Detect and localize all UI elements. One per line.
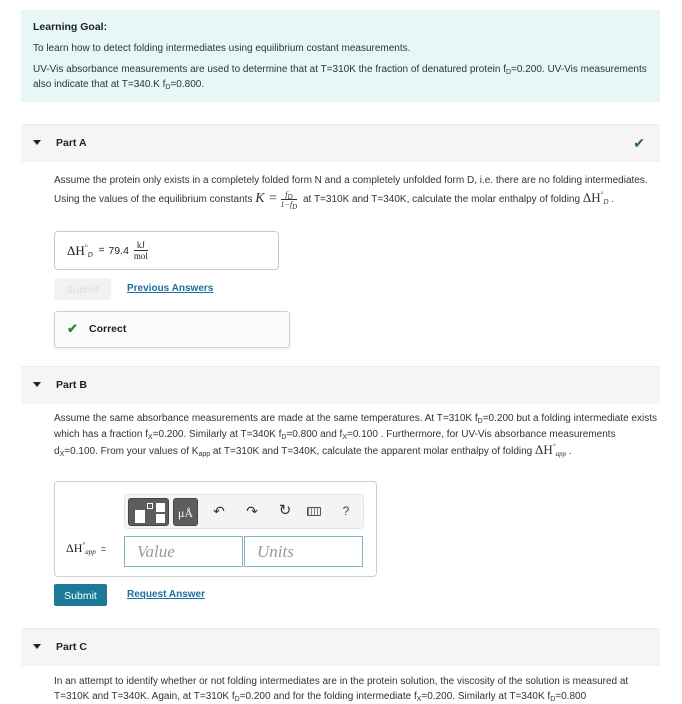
answer-unit: kJ mol [133, 240, 148, 261]
part-b-submit-button[interactable]: Submit [54, 584, 107, 606]
equilibrium-constant-formula: K = [255, 191, 278, 206]
answer-lhs: ΔH°D [67, 242, 93, 259]
previous-answers-link[interactable]: Previous Answers [127, 283, 213, 294]
answer-value: 79.4 [108, 244, 129, 257]
learning-goal-intro: To learn how to detect folding intermedi… [33, 43, 411, 54]
answer-lhs-app: ΔH°app = [66, 541, 106, 556]
fraction-fd: fD 1−fD [280, 189, 298, 211]
value-input[interactable] [124, 536, 243, 567]
collapse-triangle-icon[interactable] [33, 140, 41, 145]
part-b-question: Assume the same absorbance measurements … [54, 413, 657, 458]
help-icon[interactable]: ? [337, 502, 355, 520]
learning-goal-measurements: UV-Vis absorbance measurements are used … [33, 64, 647, 91]
reset-icon[interactable]: ↻ [276, 502, 294, 520]
undo-icon[interactable]: ↶ [210, 502, 228, 520]
part-a-header[interactable]: Part A ✔ [21, 124, 660, 162]
delta-h-d-symbol: ΔH°D [582, 190, 609, 206]
correct-feedback: ✔ Correct [54, 311, 290, 348]
redo-icon[interactable]: ↷ [243, 502, 261, 520]
units-input[interactable] [244, 536, 363, 567]
learning-goal-panel: Learning Goal: To learn how to detect fo… [21, 10, 660, 102]
checkmark-icon: ✔ [633, 135, 645, 151]
part-a-answer-display: ΔH°D = 79.4 kJ mol [54, 231, 279, 270]
delta-h-app-symbol: ΔH°app [535, 442, 567, 458]
correct-check-icon: ✔ [67, 321, 78, 336]
part-a-question: Assume the protein only exists in a comp… [54, 175, 648, 211]
units-button[interactable]: μÅ [173, 498, 198, 526]
templates-button[interactable] [128, 498, 169, 526]
learning-goal-title: Learning Goal: [33, 21, 108, 33]
part-a-submit-button[interactable]: Submit [54, 278, 111, 300]
part-c-header[interactable]: Part C [21, 628, 660, 666]
collapse-triangle-icon[interactable] [33, 644, 41, 649]
collapse-triangle-icon[interactable] [33, 382, 41, 387]
correct-label: Correct [89, 323, 127, 335]
part-b-header[interactable]: Part B [21, 366, 660, 404]
keyboard-icon[interactable] [305, 502, 323, 520]
math-toolbar: μÅ ↶ ↷ ↻ ? [124, 494, 364, 529]
part-b-label: Part B [56, 379, 87, 391]
request-answer-link[interactable]: Request Answer [127, 589, 205, 600]
part-c-label: Part C [56, 641, 87, 653]
part-a-label: Part A [56, 137, 87, 149]
part-b-answer-widget: μÅ ↶ ↷ ↻ ? ΔH°app = [54, 481, 377, 577]
